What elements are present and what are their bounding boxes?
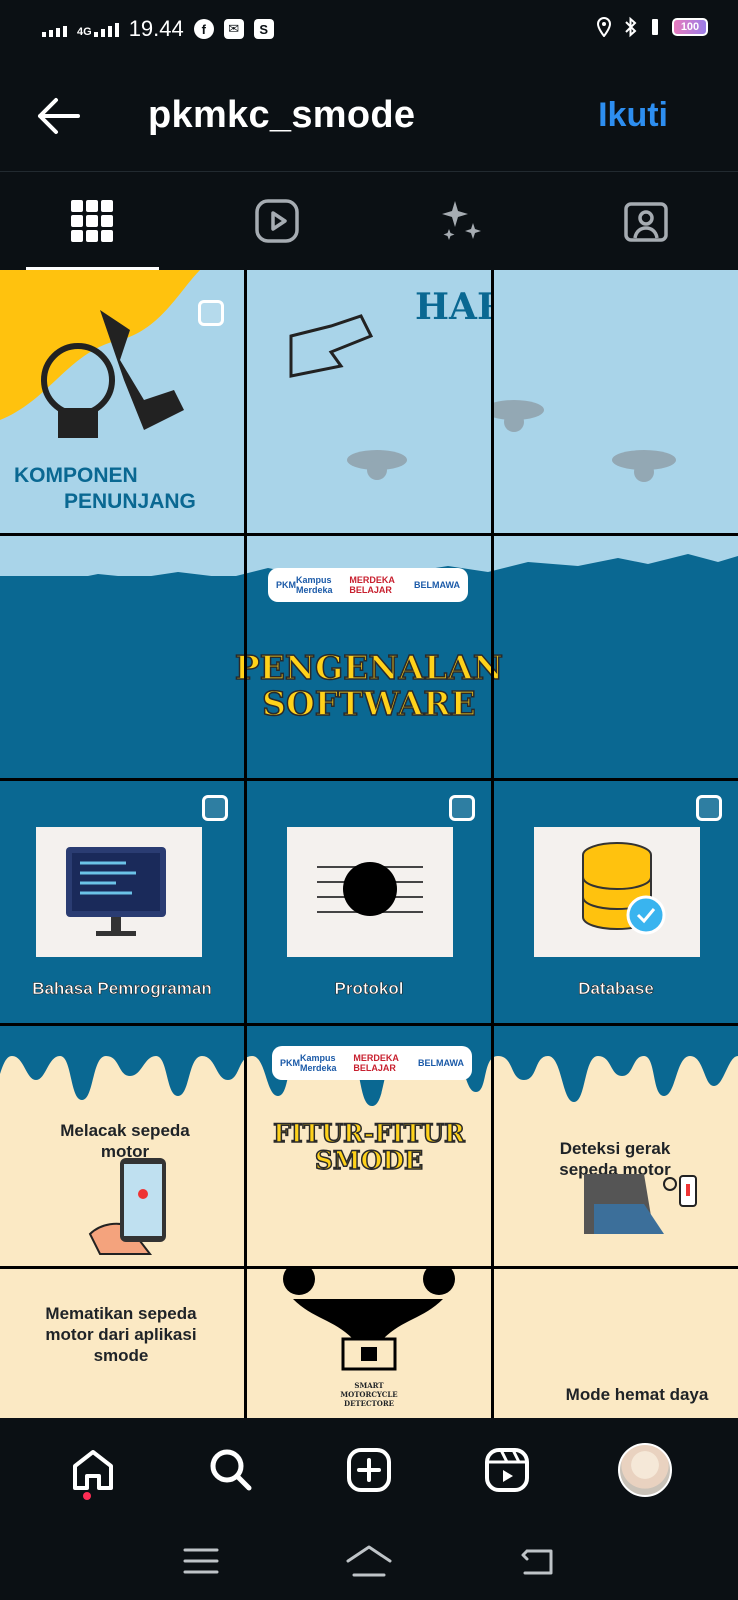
title-line: SOFTWARE xyxy=(261,684,476,723)
post-caption: Bahasa Pemrograman xyxy=(32,979,212,999)
home-button-icon[interactable] xyxy=(344,1543,394,1579)
logo-belmawa: BELMAWA xyxy=(418,1058,464,1068)
location-icon xyxy=(596,17,612,37)
multi-post-icon xyxy=(202,795,228,821)
grid-divider xyxy=(491,270,494,1418)
post-tile[interactable]: HARDWARE xyxy=(247,270,491,533)
nav-create[interactable] xyxy=(339,1440,399,1500)
logo-pkm: PKM xyxy=(276,580,296,590)
post-title: PENGENALAN SOFTWARE xyxy=(0,648,738,723)
title-line: FITUR-FITUR xyxy=(272,1119,465,1148)
posts-grid: KOMPONEN PENUNJANG HARDWARE PKM Kampus M… xyxy=(0,270,738,1418)
logo-kampus-merdeka: Kampus Merdeka xyxy=(296,575,333,595)
follow-button[interactable]: Ikuti xyxy=(598,96,668,135)
profile-tabs xyxy=(0,172,738,270)
monitor-code-icon xyxy=(66,847,166,936)
title-line: SMODE xyxy=(314,1146,424,1175)
post-tile[interactable]: Protokol xyxy=(247,781,491,1023)
grid-divider xyxy=(244,270,247,1418)
smode-brand: SMART MOTORCYCLE DETECTORE xyxy=(340,1381,398,1408)
multi-post-icon xyxy=(449,795,475,821)
post-caption: HARDWARE xyxy=(415,286,491,328)
logo-merdeka-belajar: MERDEKA BELAJAR xyxy=(353,1053,399,1073)
sponsor-logos: PKM Kampus Merdeka MERDEKA BELAJAR BELMA… xyxy=(268,568,468,602)
logo-belmawa: BELMAWA xyxy=(414,580,460,590)
search-icon xyxy=(210,1449,252,1491)
mail-icon: ✉ xyxy=(223,19,244,39)
add-post-icon xyxy=(347,1448,391,1492)
sparkle-icon xyxy=(442,201,482,240)
post-caption: KOMPONEN PENUNJANG xyxy=(14,463,234,515)
drone-illustration xyxy=(494,400,676,482)
back-arrow-icon[interactable] xyxy=(34,94,82,138)
facebook-icon: f xyxy=(193,19,214,39)
post-tile[interactable]: Database xyxy=(494,781,738,1023)
phone-map-illustration xyxy=(88,1158,166,1255)
logo-pkm: PKM xyxy=(280,1058,300,1068)
network-type: 4G xyxy=(77,26,92,38)
tab-ai[interactable] xyxy=(369,172,554,270)
caption-line: PENUNJANG xyxy=(64,490,196,513)
grid-icon xyxy=(71,200,114,242)
home-icon xyxy=(73,1450,113,1490)
tab-reels[interactable] xyxy=(185,172,370,270)
post-tile[interactable]: Bahasa Pemrograman xyxy=(0,781,244,1023)
vibrate-icon xyxy=(652,19,658,35)
system-navigation xyxy=(0,1522,738,1600)
back-button-icon[interactable] xyxy=(517,1545,557,1577)
illustration-card xyxy=(36,827,202,957)
illustration-card xyxy=(534,827,700,957)
bottom-navigation xyxy=(0,1418,738,1522)
signal-icon-2 xyxy=(93,21,119,37)
signal-icon xyxy=(42,21,67,37)
post-tile[interactable]: KOMPONEN PENUNJANG xyxy=(0,270,244,533)
motorbike-theft-illustration xyxy=(584,1174,697,1234)
post-tile[interactable]: Mematikan sepeda motor dari aplikasi smo… xyxy=(0,1269,738,1418)
post-tile[interactable]: PKM Kampus Merdeka MERDEKA BELAJAR BELMA… xyxy=(0,536,738,778)
tab-posts-grid[interactable] xyxy=(0,172,185,270)
menu-icon[interactable] xyxy=(181,1546,221,1576)
multi-post-icon xyxy=(198,300,224,326)
post-caption: Database xyxy=(578,979,654,999)
feature-remote-off: Mematikan sepeda motor dari aplikasi smo… xyxy=(45,1304,197,1365)
post-title: FITUR-FITUR SMODE xyxy=(247,1119,491,1175)
title-line: PENGENALAN xyxy=(234,648,504,687)
avatar xyxy=(618,1443,672,1497)
bluetooth-icon xyxy=(625,16,637,38)
nav-home[interactable] xyxy=(63,1440,123,1500)
post-tile[interactable]: PKM Kampus Merdeka MERDEKA BELAJAR BELMA… xyxy=(0,1026,738,1266)
reels-icon xyxy=(255,199,299,243)
feature-power-save: Mode hemat daya xyxy=(565,1385,709,1404)
profile-header: pkmkc_smode Ikuti xyxy=(0,58,738,172)
logo-kampus-merdeka: Kampus Merdeka xyxy=(300,1053,337,1073)
sponsor-logos: PKM Kampus Merdeka MERDEKA BELAJAR BELMA… xyxy=(272,1046,472,1080)
battery-indicator: 100 xyxy=(672,18,708,36)
status-bar: 4G 19.44 f ✉ S 100 xyxy=(0,0,738,58)
caption-line: KOMPONEN xyxy=(14,464,138,487)
clock: 19.44 xyxy=(128,16,184,41)
tagged-icon xyxy=(624,202,668,242)
database-icon xyxy=(582,842,666,935)
shopee-icon: S xyxy=(253,19,274,39)
reels-icon xyxy=(485,1448,529,1492)
post-caption: Protokol xyxy=(334,979,404,999)
notification-dot xyxy=(83,1492,91,1500)
nav-search[interactable] xyxy=(201,1440,261,1500)
nav-profile[interactable] xyxy=(615,1440,675,1500)
nav-reels[interactable] xyxy=(477,1440,537,1500)
post-tile[interactable] xyxy=(494,270,738,533)
logo-merdeka-belajar: MERDEKA BELAJAR xyxy=(349,575,395,595)
multi-post-icon xyxy=(696,795,722,821)
illustration-card xyxy=(287,827,453,957)
circuit-icon xyxy=(317,862,423,916)
tab-tagged[interactable] xyxy=(554,172,738,270)
profile-username: pkmkc_smode xyxy=(148,94,416,136)
